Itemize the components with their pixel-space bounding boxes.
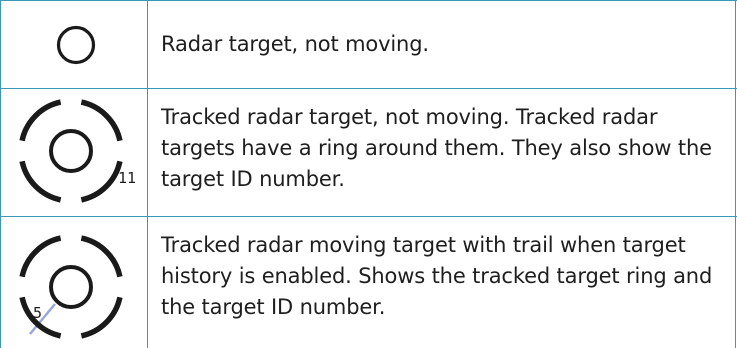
symbol-cell: 5: [0, 216, 148, 348]
target-id-label: 11: [118, 169, 136, 187]
tracked-radar-target-moving-icon: 5: [18, 234, 124, 340]
description-text: Tracked radar target, not moving. Tracke…: [161, 105, 712, 191]
legend-row-tracked-target: 11 Tracked radar target, not moving. Tra…: [0, 88, 737, 216]
tracked-radar-target-stationary-icon: 11: [18, 98, 136, 204]
description-text: Tracked radar moving target with trail w…: [161, 233, 713, 319]
symbol-cell: 11: [0, 88, 148, 216]
radar-target-stationary-icon: [56, 25, 96, 65]
table-border-top: [0, 0, 737, 1]
target-id-label: 5: [33, 304, 42, 322]
row-divider: [0, 216, 737, 217]
description-text: Radar target, not moving.: [161, 32, 429, 56]
table-border-left: [0, 0, 1, 348]
row-divider: [0, 88, 737, 89]
radar-target-legend-table: Radar target, not moving. 11 Tracked rad…: [0, 0, 737, 348]
symbol-cell: [0, 0, 148, 88]
table-border-right: [735, 0, 736, 348]
legend-row-moving-target: 5 Tracked radar moving target with trail…: [0, 216, 737, 348]
legend-row-radar-target: Radar target, not moving.: [0, 0, 737, 88]
column-divider: [147, 0, 148, 348]
